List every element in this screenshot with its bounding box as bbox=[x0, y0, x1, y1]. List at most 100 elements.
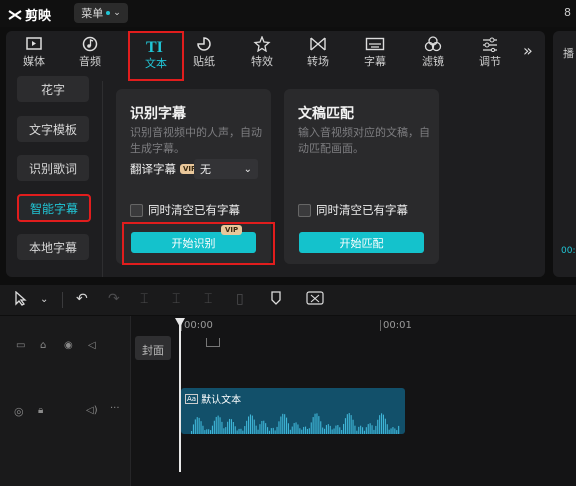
tab-filter[interactable]: 滤镜 bbox=[411, 31, 455, 79]
split-left-icon: ⌶ bbox=[172, 291, 181, 307]
tab-adjust[interactable]: 调节 bbox=[468, 31, 512, 79]
card-script-match: 文稿匹配 输入音视频对应的文稿，自动匹配画面。 同时清空已有字幕 开始匹配 bbox=[284, 89, 439, 264]
app-name: 剪映 bbox=[25, 9, 52, 24]
speaker-icon[interactable]: ◁) bbox=[86, 405, 98, 416]
tab-audio[interactable]: 音频 bbox=[68, 31, 112, 79]
audio-waveform bbox=[191, 413, 400, 434]
chevron-down-icon[interactable]: ⌄ bbox=[40, 294, 48, 305]
eye-icon[interactable]: ◉ bbox=[64, 340, 73, 351]
text-clip[interactable]: Aa 默认文本 bbox=[181, 388, 405, 434]
text-icon: TI bbox=[146, 39, 163, 54]
track-target-icon[interactable]: ◎ bbox=[14, 405, 24, 418]
split-icon: ⌶ bbox=[140, 291, 149, 307]
effects-icon bbox=[253, 36, 271, 52]
card-title: 文稿匹配 bbox=[298, 106, 354, 122]
more-options-icon[interactable]: ··· bbox=[110, 403, 120, 414]
ruler-label: 00:00 bbox=[184, 320, 213, 331]
cover-button[interactable]: 封面 bbox=[135, 336, 171, 360]
category-bar: 媒体 音频 TI 文本 贴纸 特效 转场 字幕 滤镜 调节 » bbox=[6, 31, 545, 81]
tab-label: 音频 bbox=[79, 55, 101, 68]
checkbox-label: 同时清空已有字幕 bbox=[148, 203, 240, 217]
sidebar-item-lyrics[interactable]: 识别歌词 bbox=[17, 155, 89, 181]
logo-icon bbox=[8, 9, 22, 20]
sidebar-item-label: 文字模板 bbox=[28, 122, 77, 137]
sidebar-item-label: 花字 bbox=[40, 82, 65, 97]
clear-existing-checkbox[interactable]: 同时清空已有字幕 bbox=[130, 202, 240, 218]
playhead-handle[interactable] bbox=[175, 318, 185, 327]
chevron-down-icon: ⌄ bbox=[243, 163, 252, 175]
track-visibility-icon[interactable]: ▭ bbox=[16, 340, 25, 351]
tab-subtitle[interactable]: 字幕 bbox=[353, 31, 397, 79]
adjust-icon bbox=[483, 37, 497, 52]
lock-icon[interactable]: 🔒︎ bbox=[38, 405, 43, 416]
sidebar-divider bbox=[102, 81, 103, 277]
card-description: 识别音视频中的人声，自动生成字幕。 bbox=[130, 126, 262, 155]
sticker-icon bbox=[197, 37, 211, 51]
clear-existing-checkbox[interactable]: 同时清空已有字幕 bbox=[298, 202, 408, 218]
menu-label: 菜单 bbox=[81, 7, 104, 20]
subtitle-icon bbox=[365, 37, 385, 51]
more-categories-icon[interactable]: » bbox=[523, 41, 533, 60]
cover-label: 封面 bbox=[142, 344, 164, 357]
menu-dot bbox=[106, 11, 111, 15]
redo-icon: ↷ bbox=[108, 291, 120, 307]
playhead[interactable] bbox=[179, 318, 181, 472]
translate-select[interactable]: 无 ⌄ bbox=[194, 159, 258, 179]
app-logo: 剪映 bbox=[8, 5, 51, 24]
sidebar-item-label: 识别歌词 bbox=[28, 161, 77, 176]
filter-icon bbox=[424, 36, 442, 52]
tab-label: 媒体 bbox=[23, 55, 45, 68]
translate-select-value: 无 bbox=[200, 163, 211, 176]
tab-label: 调节 bbox=[479, 55, 501, 68]
menu-button[interactable]: 菜单 ⌄ bbox=[74, 3, 128, 23]
media-icon bbox=[26, 37, 42, 50]
sidebar-item-text-template[interactable]: 文字模板 bbox=[17, 116, 89, 142]
chevron-down-icon: ⌄ bbox=[113, 8, 121, 18]
transition-icon bbox=[310, 37, 326, 51]
toolbar-divider bbox=[62, 292, 63, 308]
audio-icon bbox=[82, 36, 98, 52]
sidebar-item-label: 智能字幕 bbox=[29, 201, 78, 216]
checkbox-box[interactable] bbox=[298, 203, 311, 217]
ruler-label: 00:01 bbox=[383, 320, 412, 331]
tab-sticker[interactable]: 贴纸 bbox=[182, 31, 226, 79]
tab-transition[interactable]: 转场 bbox=[296, 31, 340, 79]
sidebar-item-smart-subtitle[interactable]: 智能字幕 bbox=[17, 194, 91, 222]
button-label: 开始匹配 bbox=[339, 236, 384, 250]
translate-label: 翻译字幕 bbox=[130, 162, 176, 176]
card-title: 识别字幕 bbox=[130, 106, 186, 122]
tab-label: 转场 bbox=[307, 55, 329, 68]
checkbox-box[interactable] bbox=[130, 203, 143, 217]
tab-text[interactable]: TI 文本 bbox=[128, 31, 184, 81]
tab-label: 文本 bbox=[145, 57, 167, 70]
player-panel: 播 00: bbox=[553, 31, 576, 277]
delete-icon: ▯ bbox=[236, 291, 244, 307]
tab-effects[interactable]: 特效 bbox=[240, 31, 284, 79]
speaker-icon[interactable]: ◁ bbox=[88, 340, 96, 351]
checkbox-label: 同时清空已有字幕 bbox=[316, 203, 408, 217]
marker-icon[interactable] bbox=[270, 291, 282, 309]
split-right-icon: ⌶ bbox=[204, 291, 213, 307]
top-right-text: 8 bbox=[564, 6, 571, 19]
track-marker bbox=[206, 338, 220, 347]
translate-row: 翻译字幕 VIP bbox=[130, 161, 200, 177]
undo-icon[interactable]: ↶ bbox=[76, 291, 88, 307]
screenshot-icon[interactable] bbox=[306, 291, 324, 309]
player-title: 播 bbox=[563, 47, 574, 60]
lock-icon[interactable]: ⌂ bbox=[40, 340, 46, 351]
tab-label: 贴纸 bbox=[193, 55, 215, 68]
tab-label: 特效 bbox=[251, 55, 273, 68]
tab-label: 滤镜 bbox=[422, 55, 444, 68]
svg-text:TI: TI bbox=[146, 39, 163, 54]
select-cursor-icon[interactable] bbox=[14, 290, 28, 310]
card-description: 输入音视频对应的文稿，自动匹配画面。 bbox=[298, 126, 430, 155]
tab-label: 字幕 bbox=[364, 55, 386, 68]
highlight-box bbox=[122, 222, 275, 265]
ruler-tick bbox=[380, 320, 381, 331]
player-time: 00: bbox=[561, 246, 576, 256]
start-match-button[interactable]: 开始匹配 bbox=[299, 232, 424, 253]
sidebar-item-local-subtitle[interactable]: 本地字幕 bbox=[17, 234, 89, 260]
sidebar-item-fancy-text[interactable]: 花字 bbox=[17, 76, 89, 102]
tab-media[interactable]: 媒体 bbox=[12, 31, 56, 79]
sidebar-item-label: 本地字幕 bbox=[28, 240, 77, 255]
